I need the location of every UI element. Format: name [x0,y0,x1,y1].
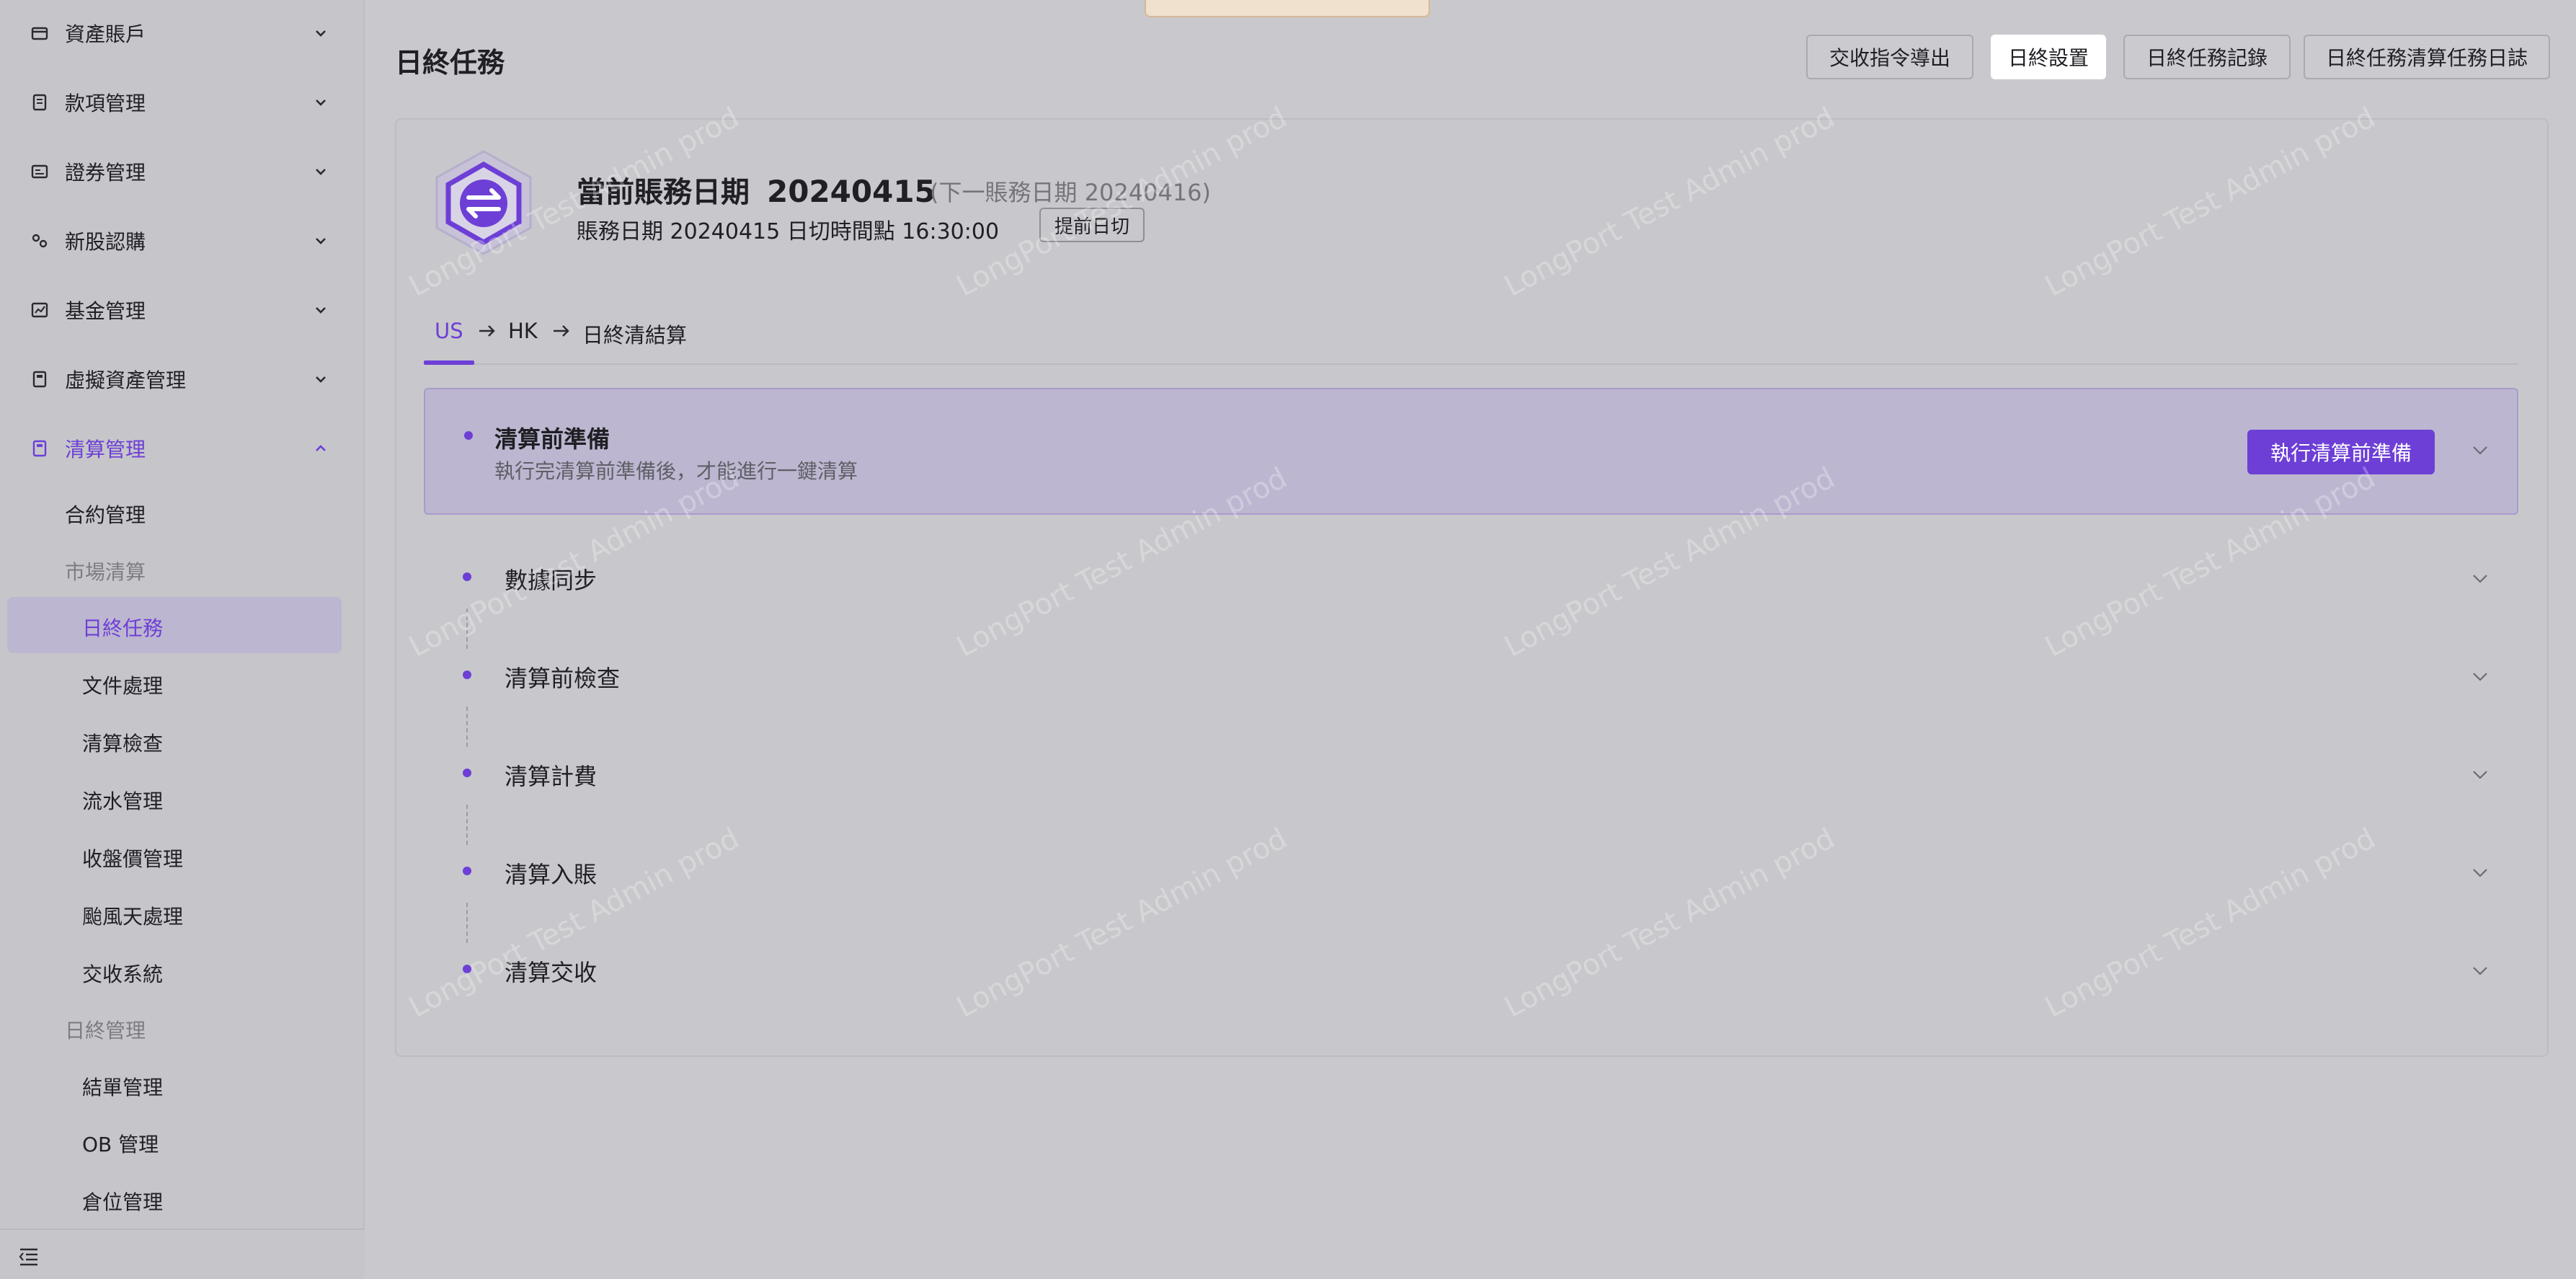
step-connector [466,805,468,845]
chevron-down-icon [310,230,332,252]
exchange-icon [431,149,536,257]
row-clearing-settlement[interactable]: 清算交收 [505,955,597,988]
nav-group-virtual-assets[interactable]: 虛擬資產管理 [0,356,365,402]
calculator-icon [29,368,50,390]
nav-group-label: 款項管理 [65,92,146,115]
export-settlement-button[interactable]: 交收指令導出 [1806,35,1973,79]
chevron-down-icon[interactable] [2468,665,2492,689]
step-eod-clearing[interactable]: 日終清結算 [582,319,687,349]
nav-group-asset-accounts[interactable]: 資產賬戶 [0,10,365,56]
sidebar-item-clearing-check[interactable]: 清算檢查 [82,728,163,757]
gears-icon [29,230,50,252]
chevron-down-icon[interactable] [2468,959,2492,983]
eod-settings-button[interactable]: 日終設置 [1991,35,2106,79]
sidebar-item-eod-tasks[interactable]: 日終任務 [82,613,163,642]
steps-divider [424,363,2518,365]
sidebar-section-eod-management[interactable]: 日終管理 [65,1015,146,1044]
sidebar-item-closing-price[interactable]: 收盤價管理 [82,844,183,872]
nav-group-label: 新股認購 [65,230,146,254]
card-icon [29,161,50,182]
step-hk[interactable]: HK [508,319,538,343]
chevron-down-icon [310,161,332,182]
step-connector [466,903,468,943]
calculator-icon [29,438,50,459]
active-step-indicator [424,360,474,365]
next-business-date: (下一賬務日期 20240416) [930,179,1212,206]
eod-task-records-button[interactable]: 日終任務記錄 [2123,35,2291,79]
nav-group-label: 清算管理 [65,438,146,461]
step-connector [466,707,468,747]
document-icon [29,92,50,113]
early-cutoff-button[interactable]: 提前日切 [1039,208,1145,242]
chevron-down-icon [310,92,332,113]
current-date-label: 當前賬務日期 [577,176,750,209]
arrow-right-icon [476,320,497,342]
row-data-sync[interactable]: 數據同步 [505,562,597,596]
pre-clearing-desc: 執行完清算前準備後，才能進行一鍵清算 [494,459,858,483]
chevron-up-icon [310,438,332,459]
eod-clearing-log-button[interactable]: 日終任務清算任務日誌 [2304,35,2550,79]
sidebar: 資產賬戶 款項管理 證券管理 新股認購 基金管理 虛擬資產管理 清算管理 合約管… [0,0,365,1279]
sidebar-item-contracts[interactable]: 合約管理 [65,500,146,528]
nav-group-ipo[interactable]: 新股認購 [0,218,365,264]
chevron-down-icon [310,368,332,390]
nav-group-funds[interactable]: 基金管理 [0,287,365,333]
step-connector [466,608,468,649]
chevron-down-icon [310,22,332,44]
nav-group-label: 資產賬戶 [65,22,146,46]
pre-clearing-panel[interactable] [424,388,2518,515]
sidebar-item-flow-management[interactable]: 流水管理 [82,786,163,815]
row-clearing-posting[interactable]: 清算入賬 [505,857,597,890]
step-dot [463,965,471,973]
collapse-menu-icon[interactable] [17,1246,40,1267]
row-pre-clearing-check[interactable]: 清算前檢查 [505,660,620,694]
chevron-down-icon[interactable] [2468,861,2492,885]
nav-group-label: 基金管理 [65,299,146,323]
toast-notification [1145,0,1430,17]
step-dot [463,769,471,777]
row-clearing-fees[interactable]: 清算計費 [505,758,597,792]
nav-group-clearing[interactable]: 清算管理 [0,425,365,472]
step-us[interactable]: US [435,319,463,343]
page-title: 日終任務 [395,47,505,79]
wallet-icon [29,22,50,44]
business-date-cutoff: 賬務日期 20240415 日切時間點 16:30:00 [577,219,1000,244]
execute-pre-clearing-button[interactable]: 執行清算前準備 [2247,430,2435,474]
sidebar-item-settlement-system[interactable]: 交收系統 [82,959,163,988]
nav-group-label: 虛擬資產管理 [65,368,187,392]
pre-clearing-title: 清算前準備 [494,425,610,453]
sidebar-item-typhoon[interactable]: 颱風天處理 [82,901,183,930]
nav-group-securities[interactable]: 證券管理 [0,149,365,195]
chevron-down-icon[interactable] [2468,567,2492,591]
step-dot [464,431,473,440]
chevron-down-icon[interactable] [2468,763,2492,787]
sidebar-item-ob[interactable]: OB 管理 [82,1129,159,1158]
nav-group-label: 證券管理 [65,161,146,185]
chevron-down-icon[interactable] [2468,438,2492,463]
sidebar-footer [0,1229,365,1279]
eod-task-card [395,118,2549,1057]
sidebar-item-file-processing[interactable]: 文件處理 [82,671,163,699]
current-business-date: 當前賬務日期 20240415 [577,169,936,211]
chart-icon [29,299,50,321]
sidebar-item-positions[interactable]: 倉位管理 [82,1187,163,1216]
sidebar-item-active-bg [7,597,342,653]
step-dot [463,867,471,875]
step-dot [463,671,471,679]
step-dot [463,572,471,581]
sidebar-item-statements[interactable]: 結單管理 [82,1072,163,1101]
current-date-value: 20240415 [767,174,936,209]
nav-group-payments[interactable]: 款項管理 [0,79,365,125]
sidebar-section-market-clearing[interactable]: 市場清算 [65,557,146,585]
chevron-down-icon [310,299,332,321]
arrow-right-icon [550,320,572,342]
